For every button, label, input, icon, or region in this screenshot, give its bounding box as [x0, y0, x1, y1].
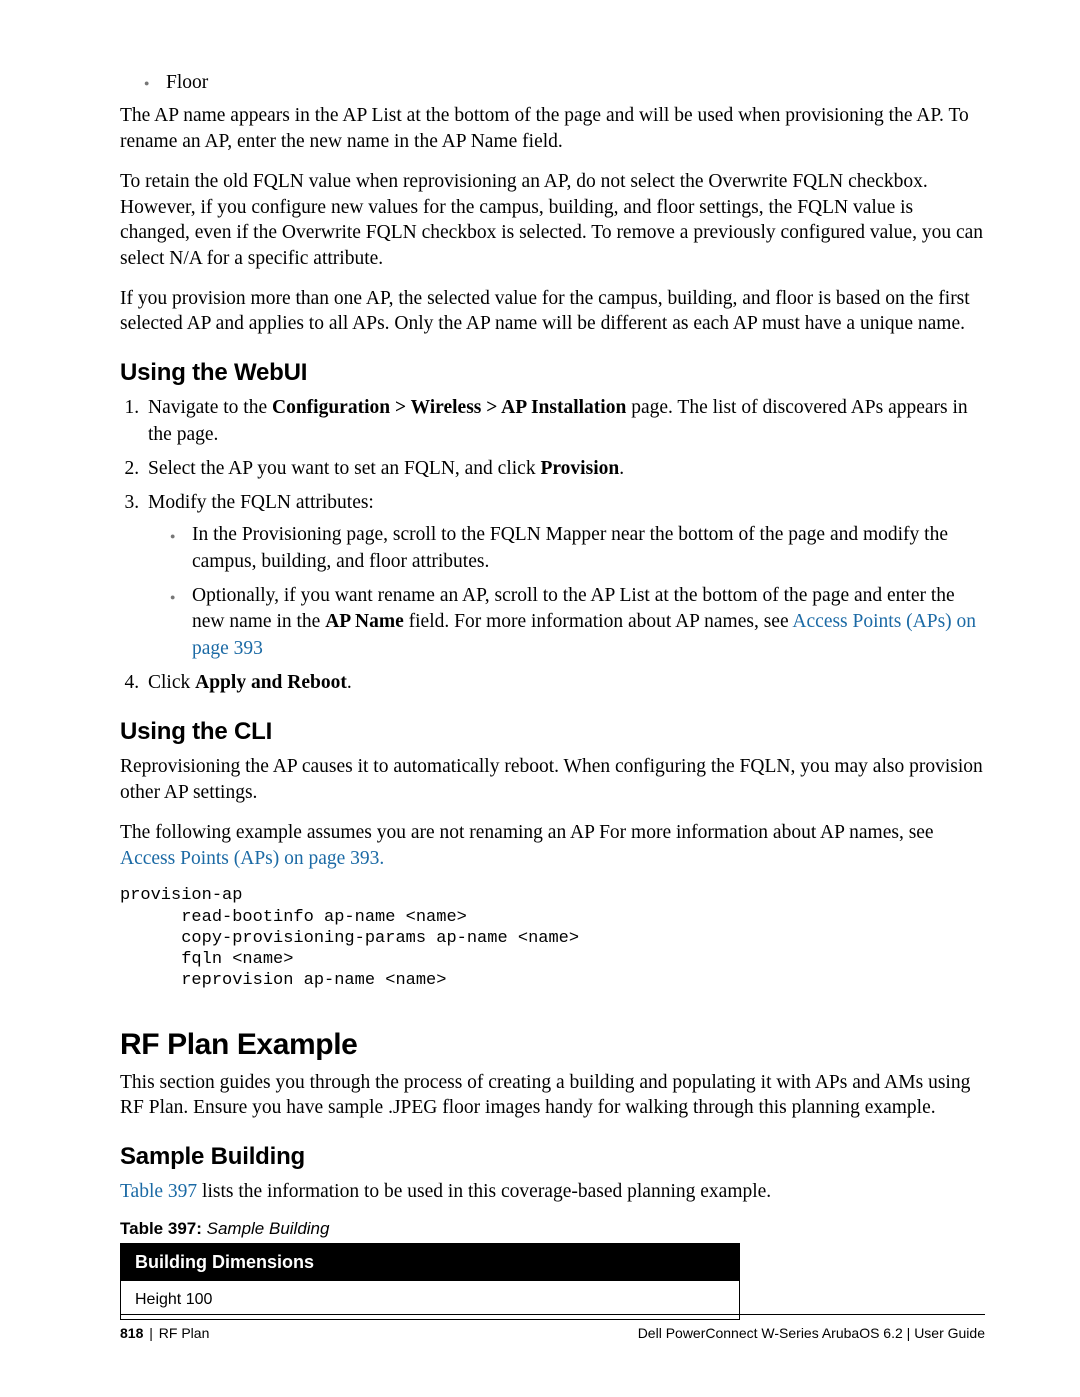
body-paragraph: The AP name appears in the AP List at th…: [120, 103, 985, 154]
list-item: In the Provisioning page, scroll to the …: [170, 522, 985, 575]
page-footer: 818 | RF Plan Dell PowerConnect W-Series…: [120, 1314, 985, 1341]
sub-bullet-list: In the Provisioning page, scroll to the …: [148, 522, 985, 662]
list-item: Click Apply and Reboot.: [144, 670, 985, 696]
table-caption: Table 397: Sample Building: [120, 1219, 985, 1239]
bold-text: Provision: [540, 458, 619, 479]
table-sample-building: Building Dimensions Height 100: [120, 1243, 740, 1320]
footer-left: 818 | RF Plan: [120, 1325, 209, 1341]
footer-right: Dell PowerConnect W-Series ArubaOS 6.2 |…: [638, 1325, 985, 1341]
footer-section: RF Plan: [159, 1325, 210, 1341]
document-page: Floor The AP name appears in the AP List…: [0, 0, 1080, 1397]
list-item: Optionally, if you want rename an AP, sc…: [170, 583, 985, 662]
page-number: 818: [120, 1325, 143, 1341]
text: The following example assumes you are no…: [120, 822, 934, 843]
link-access-points[interactable]: Access Points (APs) on page 393.: [120, 848, 384, 869]
bold-text: AP Name: [325, 611, 404, 632]
list-item: Floor: [144, 70, 985, 95]
link-table-397[interactable]: Table 397: [120, 1181, 197, 1202]
body-paragraph: If you provision more than one AP, the s…: [120, 286, 985, 337]
footer-divider: |: [143, 1325, 158, 1341]
body-paragraph: Reprovisioning the AP causes it to autom…: [120, 754, 985, 805]
table-number: Table 397:: [120, 1219, 202, 1238]
text: field. For more information about AP nam…: [404, 611, 793, 632]
text: .: [619, 458, 624, 479]
body-paragraph: This section guides you through the proc…: [120, 1070, 985, 1121]
top-bullet-list: Floor: [120, 70, 985, 95]
code-block: provision-ap read-bootinfo ap-name <name…: [120, 885, 985, 991]
text: Click: [148, 672, 195, 693]
list-item: Select the AP you want to set an FQLN, a…: [144, 456, 985, 482]
list-item: Navigate to the Configuration > Wireless…: [144, 395, 985, 448]
body-paragraph: To retain the old FQLN value when reprov…: [120, 169, 985, 272]
text: Select the AP you want to set an FQLN, a…: [148, 458, 540, 479]
heading-rf-plan-example: RF Plan Example: [120, 1028, 985, 1062]
body-paragraph: Table 397 lists the information to be us…: [120, 1179, 985, 1205]
bold-text: Configuration > Wireless > AP Installati…: [272, 397, 626, 418]
bold-text: Apply and Reboot: [195, 672, 347, 693]
text: .: [347, 672, 352, 693]
list-item: Modify the FQLN attributes: In the Provi…: [144, 490, 985, 662]
table-header: Building Dimensions: [121, 1243, 740, 1281]
heading-using-cli: Using the CLI: [120, 718, 985, 746]
text: Modify the FQLN attributes:: [148, 492, 374, 513]
body-paragraph: The following example assumes you are no…: [120, 820, 985, 871]
webui-steps: Navigate to the Configuration > Wireless…: [120, 395, 985, 696]
text: lists the information to be used in this…: [197, 1181, 771, 1202]
heading-sample-building: Sample Building: [120, 1143, 985, 1171]
heading-using-webui: Using the WebUI: [120, 359, 985, 387]
table-title: Sample Building: [202, 1219, 330, 1238]
text: Navigate to the: [148, 397, 272, 418]
